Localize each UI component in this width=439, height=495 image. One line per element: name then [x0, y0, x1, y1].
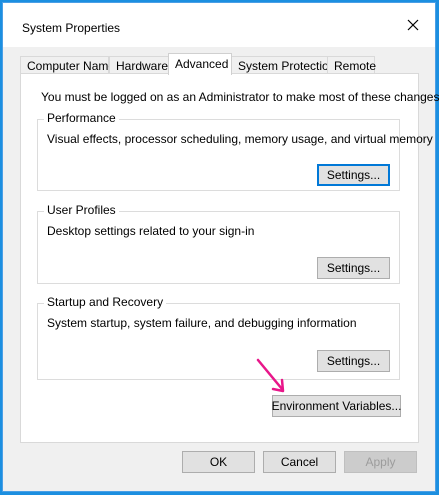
startup-recovery-description: System startup, system failure, and debu… [47, 316, 357, 330]
performance-title: Performance [44, 111, 119, 125]
tab-hardware[interactable]: Hardware [109, 56, 169, 73]
startup-recovery-settings-button[interactable]: Settings... [317, 350, 390, 372]
system-properties-window: System Properties Computer Name Hardware… [2, 2, 439, 492]
tab-advanced[interactable]: Advanced [168, 53, 232, 75]
startup-recovery-group: Startup and Recovery System startup, sys… [37, 295, 400, 380]
pink-arrow-icon [256, 358, 285, 393]
window-title: System Properties [22, 21, 121, 35]
performance-group: Performance Visual effects, processor sc… [37, 111, 433, 191]
tab-system-protection[interactable]: System Protection [231, 56, 335, 73]
advanced-tab-panel: You must be logged on as an Administrato… [20, 73, 439, 443]
startup-recovery-title: Startup and Recovery [44, 295, 167, 309]
close-icon [407, 19, 419, 31]
apply-button[interactable]: Apply [344, 451, 417, 473]
performance-settings-button[interactable]: Settings... [317, 164, 390, 186]
admin-notice: You must be logged on as an Administrato… [41, 90, 439, 104]
environment-variables-button[interactable]: Environment Variables... [272, 395, 401, 417]
user-profiles-group: User Profiles Desktop settings related t… [37, 203, 400, 284]
tab-computer-name[interactable]: Computer Name [20, 56, 115, 73]
close-button[interactable] [391, 3, 435, 47]
ok-button[interactable]: OK [182, 451, 255, 473]
performance-description: Visual effects, processor scheduling, me… [47, 132, 433, 146]
user-profiles-settings-button[interactable]: Settings... [317, 257, 390, 279]
user-profiles-title: User Profiles [44, 203, 119, 217]
tab-remote[interactable]: Remote [327, 56, 376, 73]
cancel-button[interactable]: Cancel [263, 451, 336, 473]
user-profiles-description: Desktop settings related to your sign-in [47, 224, 255, 238]
title-bar: System Properties [3, 3, 435, 47]
